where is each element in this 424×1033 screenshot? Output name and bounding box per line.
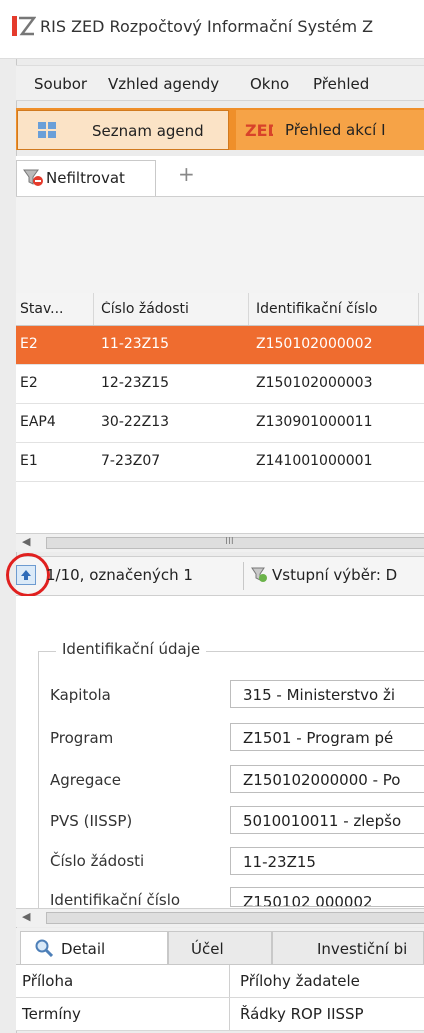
- column-divider: [93, 293, 94, 325]
- grid-horizontal-scrollbar[interactable]: ◀ III: [16, 533, 424, 552]
- cell-cislo: 11-23Z15: [101, 336, 170, 352]
- field-pvs[interactable]: 5010010011 - zlepšo: [230, 806, 424, 834]
- scroll-left-icon[interactable]: ◀: [22, 910, 30, 923]
- tab-label: Přehled akcí I: [285, 121, 386, 139]
- column-divider: [418, 293, 419, 325]
- cell-stav: E2: [20, 375, 38, 391]
- table-row[interactable]: E1 7-23Z07 Z141001000001: [16, 443, 424, 482]
- field-label-agregace: Agregace: [50, 771, 122, 789]
- cell-id: Z141001000001: [256, 453, 373, 469]
- magnifier-icon: [35, 939, 53, 957]
- cell-id: Z150102000002: [256, 336, 373, 352]
- field-program[interactable]: Z1501 - Program pé: [230, 723, 424, 751]
- cell-id: Z130901000011: [256, 414, 373, 430]
- window-titlebar: RIS ZED Rozpočtový Informační Systém Z: [0, 0, 424, 59]
- cell-stav: E2: [20, 336, 38, 352]
- field-kapitola[interactable]: 315 - Ministerstvo ži: [230, 680, 424, 708]
- app-logo-icon: [12, 16, 36, 36]
- field-label-program: Program: [50, 729, 114, 747]
- tab-prehled-akci[interactable]: ZED Přehled akcí I: [236, 110, 424, 150]
- svg-text:ZED: ZED: [245, 121, 273, 140]
- table-row[interactable]: EAP4 30-22Z13 Z130901000011: [16, 404, 424, 443]
- cell-stav: EAP4: [20, 414, 56, 430]
- table-row[interactable]: E2 11-23Z15 Z150102000002: [16, 326, 424, 365]
- status-divider: [243, 562, 244, 590]
- scrollbar-thumb[interactable]: III: [46, 536, 424, 549]
- column-header-cislo-zadosti[interactable]: Číslo žádosti: [101, 301, 251, 317]
- tab-label: Účel: [191, 940, 224, 958]
- group-title: Identifikační údaje: [56, 640, 207, 658]
- cell-id: Z150102000003: [256, 375, 373, 391]
- scrollbar-thumb[interactable]: [46, 912, 424, 924]
- column-divider: [229, 998, 230, 1030]
- column-header-stav[interactable]: Stav...: [20, 301, 90, 317]
- menu-item-vzhled-agendy[interactable]: Vzhled agendy: [108, 75, 219, 93]
- filter-icon: [251, 567, 267, 582]
- form-horizontal-scrollbar[interactable]: ◀: [16, 908, 424, 927]
- left-edge-panel: [0, 58, 17, 1033]
- zed-logo-icon: ZED: [245, 121, 273, 140]
- tab-ucel[interactable]: Účel: [168, 931, 272, 964]
- field-agregace[interactable]: Z150102000000 - Po: [230, 765, 424, 793]
- column-divider: [229, 965, 230, 997]
- field-label-kapitola: Kapitola: [50, 686, 111, 704]
- add-filter-button[interactable]: +: [178, 162, 195, 186]
- cell-stav: E1: [20, 453, 38, 469]
- field-label-identifikacni-cislo: Identifikační číslo: [50, 891, 181, 906]
- tab-seznam-agend[interactable]: Seznam agend: [17, 110, 229, 150]
- grid-icon: [38, 122, 56, 138]
- menu-item-soubor[interactable]: Soubor: [34, 75, 87, 93]
- link-radky-rop-iissp[interactable]: Řádky ROP IISSP: [240, 1005, 364, 1023]
- link-terminy[interactable]: Termíny: [22, 1005, 81, 1023]
- filter-tab-nefiltrovat[interactable]: Nefiltrovat: [16, 160, 156, 196]
- table-row[interactable]: E2 12-23Z15 Z150102000003: [16, 365, 424, 404]
- list-item[interactable]: Termíny Řádky ROP IISSP: [16, 998, 424, 1031]
- field-label-pvs: PVS (IISSP): [50, 812, 133, 830]
- window-title: RIS ZED Rozpočtový Informační Systém Z: [40, 17, 374, 36]
- no-filter-icon: [23, 169, 43, 186]
- cell-cislo: 7-23Z07: [101, 453, 161, 469]
- record-count: 1/10, označených 1: [46, 566, 193, 584]
- field-label-cislo-zadosti: Číslo žádosti: [50, 852, 145, 870]
- tab-label: Seznam agend: [92, 122, 204, 140]
- scrollbar-grip: III: [225, 536, 234, 547]
- input-selection-label[interactable]: Vstupní výběr: D: [272, 566, 397, 584]
- list-item[interactable]: Příloha Přílohy žadatele: [16, 965, 424, 998]
- column-divider: [248, 293, 249, 325]
- menu-item-okno[interactable]: Okno: [250, 75, 289, 93]
- tab-investicni[interactable]: Investiční bi: [272, 931, 424, 964]
- field-identifikacni-cislo[interactable]: Z150102 000002: [230, 887, 424, 907]
- cell-cislo: 12-23Z15: [101, 375, 170, 391]
- menu-bar: Soubor Vzhled agendy Okno Přehled: [16, 65, 424, 101]
- grid-status-bar: 1/10, označených 1 Vstupní výběr: D: [6, 553, 424, 597]
- menu-item-prehled[interactable]: Přehled: [313, 75, 369, 93]
- column-header-identifikacni-cislo[interactable]: Identifikační číslo: [256, 301, 416, 317]
- tab-label: Detail: [61, 940, 106, 958]
- field-cislo-zadosti[interactable]: 11-23Z15: [230, 847, 424, 875]
- grid-toolbar-area: [16, 197, 424, 294]
- cell-cislo: 30-22Z13: [101, 414, 170, 430]
- grid-header: Stav... Číslo žádosti Identifikační čísl…: [16, 293, 424, 326]
- detail-tab-strip: Detail Účel Investiční bi: [16, 928, 424, 965]
- scroll-left-icon[interactable]: ◀: [22, 535, 30, 548]
- tab-detail[interactable]: Detail: [20, 931, 168, 964]
- filter-tab-label: Nefiltrovat: [46, 169, 125, 187]
- tab-label: Investiční bi: [317, 940, 408, 958]
- link-prilohy-zadatele[interactable]: Přílohy žadatele: [240, 972, 360, 990]
- highlight-circle: [6, 553, 50, 597]
- link-priloha[interactable]: Příloha: [22, 972, 73, 990]
